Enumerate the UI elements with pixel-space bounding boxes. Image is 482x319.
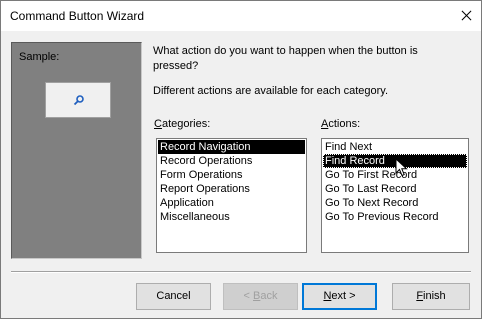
magnifier-icon <box>73 95 84 106</box>
back-button-prefix: < <box>243 290 253 302</box>
category-item[interactable]: Record Navigation <box>158 140 305 154</box>
categories-label-accel: C <box>154 118 162 130</box>
finish-button-rest: inish <box>423 290 446 302</box>
category-item[interactable]: Report Operations <box>157 182 306 196</box>
actions-listbox[interactable]: Find Next Find Record Go To First Record… <box>321 138 469 253</box>
back-button-rest: ack <box>260 290 278 302</box>
divider <box>11 271 471 273</box>
category-item[interactable]: Record Operations <box>157 154 306 168</box>
sample-preview-panel: Sample: <box>11 42 142 259</box>
sample-label: Sample: <box>19 51 60 63</box>
dialog-title: Command Button Wizard <box>10 9 145 23</box>
category-item[interactable]: Form Operations <box>157 168 306 182</box>
cancel-button[interactable]: Cancel <box>136 283 211 310</box>
categories-label: Categories: <box>154 118 210 130</box>
close-icon[interactable] <box>451 1 481 31</box>
categories-listbox[interactable]: Record Navigation Record Operations Form… <box>156 138 307 253</box>
action-hint: Different actions are available for each… <box>153 85 389 97</box>
actions-label: Actions: <box>321 118 360 130</box>
back-button[interactable]: < Back <box>223 283 298 310</box>
finish-button[interactable]: Finish <box>392 283 470 310</box>
category-item[interactable]: Application <box>157 196 306 210</box>
command-button-wizard-dialog: Command Button Wizard Sample: What actio… <box>0 0 482 319</box>
action-item[interactable]: Go To Next Record <box>322 196 468 210</box>
sample-button-preview <box>45 82 111 118</box>
title-bar[interactable]: Command Button Wizard <box>1 1 481 31</box>
next-button[interactable]: Next > <box>302 283 377 310</box>
action-item[interactable]: Go To Previous Record <box>322 210 468 224</box>
mouse-pointer-icon <box>395 158 408 177</box>
action-question: What action do you want to happen when t… <box>153 45 418 72</box>
actions-label-rest: ctions: <box>328 118 361 130</box>
action-item[interactable]: Find Next <box>322 140 468 154</box>
action-item[interactable]: Go To Last Record <box>322 182 468 196</box>
next-button-rest: ext > <box>331 290 356 302</box>
categories-label-rest: ategories: <box>161 118 211 130</box>
category-item[interactable]: Miscellaneous <box>157 210 306 224</box>
